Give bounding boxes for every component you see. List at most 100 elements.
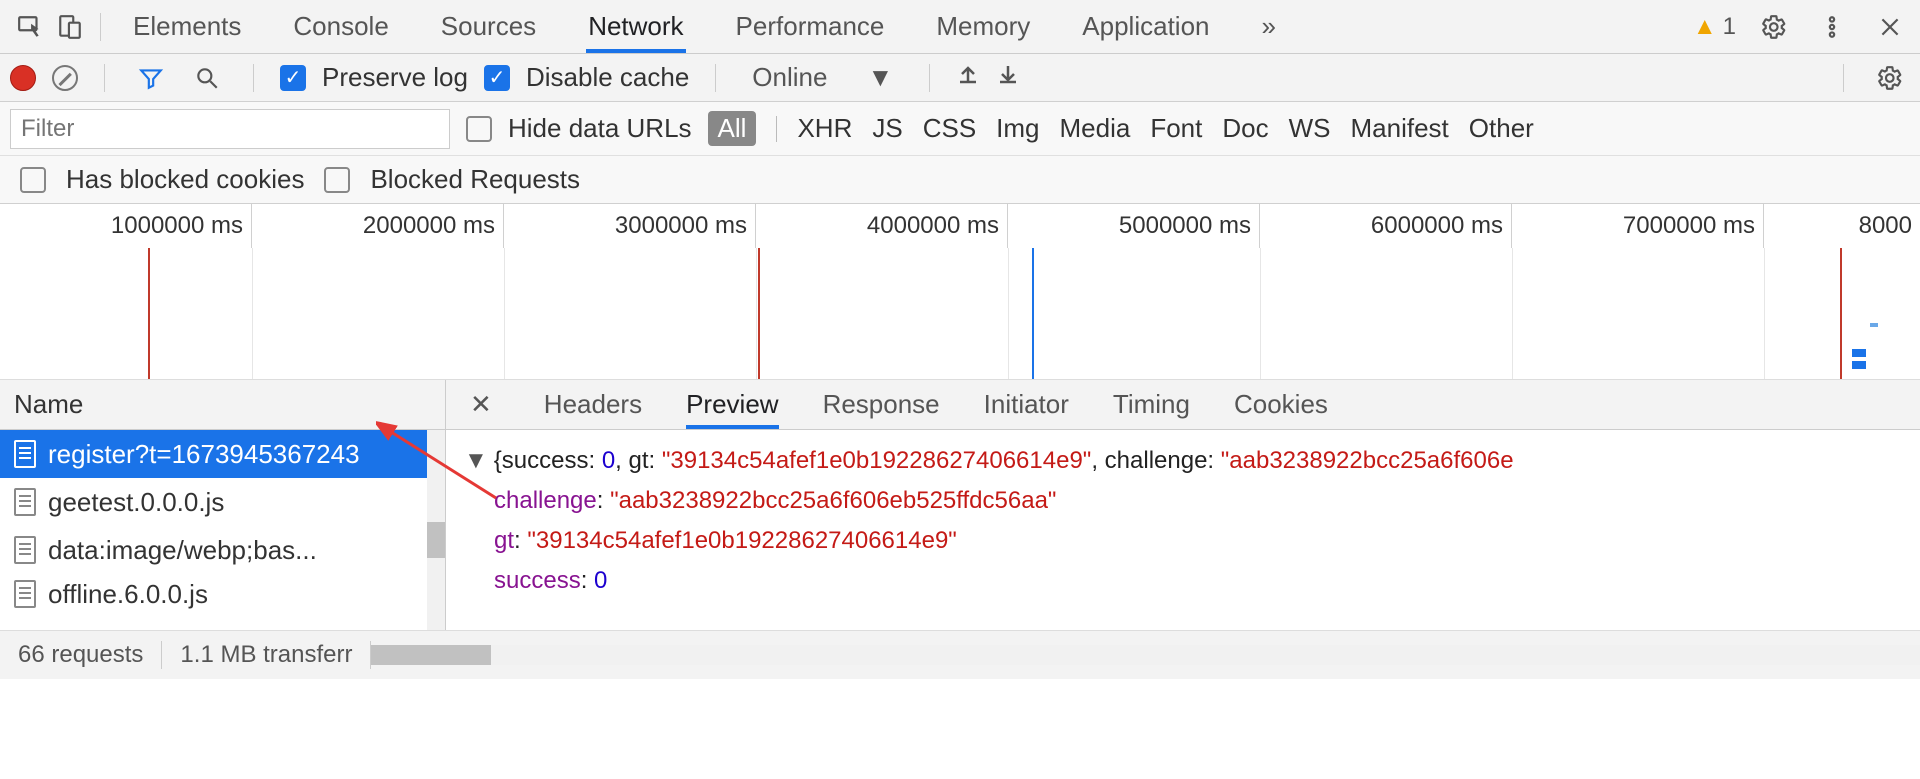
filter-toggle-icon[interactable] [131, 58, 171, 98]
close-detail-icon[interactable]: ✕ [462, 389, 500, 420]
scrollbar-thumb[interactable] [427, 522, 445, 558]
settings-icon[interactable] [1754, 7, 1794, 47]
preview-key: gt [494, 527, 514, 554]
preview-value: "39134c54afef1e0b19228627406614e9" [662, 447, 1091, 474]
preview-key: success [494, 567, 581, 594]
type-manifest[interactable]: Manifest [1351, 113, 1449, 144]
timeline-cursor[interactable] [1032, 248, 1034, 379]
request-name: register?t=1673945367243 [48, 439, 360, 470]
inspect-element-icon[interactable] [10, 7, 50, 47]
record-button[interactable] [10, 65, 36, 91]
type-xhr[interactable]: XHR [797, 113, 852, 144]
warnings-badge[interactable]: ▲ 1 [1693, 13, 1736, 41]
tab-application[interactable]: Application [1080, 0, 1211, 53]
tab-memory[interactable]: Memory [934, 0, 1032, 53]
request-name: geetest.0.0.0.js [48, 487, 224, 518]
divider [1843, 64, 1844, 92]
preview-value: 0 [602, 447, 615, 474]
filter-input[interactable] [10, 109, 450, 149]
type-all[interactable]: All [708, 111, 757, 146]
has-blocked-cookies-checkbox[interactable] [20, 167, 46, 193]
network-settings-icon[interactable] [1870, 58, 1910, 98]
warnings-count: 1 [1723, 13, 1736, 41]
timeline-marker [1840, 248, 1842, 379]
scrollbar-thumb[interactable] [371, 645, 491, 665]
tab-elements[interactable]: Elements [131, 0, 243, 53]
document-icon [14, 440, 36, 468]
expand-toggle-icon[interactable]: ▼ [464, 447, 488, 474]
has-blocked-cookies-label: Has blocked cookies [66, 164, 304, 195]
divider [715, 64, 716, 92]
type-font[interactable]: Font [1150, 113, 1202, 144]
timeline-body [0, 248, 1920, 379]
type-ws[interactable]: WS [1289, 113, 1331, 144]
timeline-bar [1852, 361, 1866, 369]
detail-tab-preview[interactable]: Preview [686, 380, 778, 429]
document-icon [14, 536, 36, 564]
timeline-tick: 8000 [1764, 204, 1920, 248]
tab-performance[interactable]: Performance [734, 0, 887, 53]
status-transferred: 1.1 MB transferr [162, 641, 371, 669]
search-icon[interactable] [187, 58, 227, 98]
type-img[interactable]: Img [996, 113, 1039, 144]
preview-value: "aab3238922bcc25a6f606eb525ffdc56aa" [610, 487, 1056, 514]
preview-key: challenge [494, 487, 597, 514]
disable-cache-checkbox[interactable]: ✓ [484, 65, 510, 91]
detail-tab-response[interactable]: Response [823, 380, 940, 429]
timeline-marker [758, 248, 760, 379]
detail-tab-headers[interactable]: Headers [544, 380, 642, 429]
warning-icon: ▲ [1693, 13, 1717, 41]
request-row[interactable]: data:image/webp;bas... [0, 526, 445, 574]
throttling-select[interactable]: Online ▼ [742, 62, 903, 93]
devtools-main-toolbar: Elements Console Sources Network Perform… [0, 0, 1920, 54]
preview-value: "aab3238922bcc25a6f606e [1221, 447, 1514, 474]
blocked-requests-checkbox[interactable] [324, 167, 350, 193]
horizontal-scrollbar[interactable] [371, 645, 1920, 665]
type-other[interactable]: Other [1469, 113, 1534, 144]
timeline-tick: 2000000 ms [252, 204, 504, 248]
network-split-view: Name register?t=1673945367243 geetest.0.… [0, 380, 1920, 631]
preserve-log-checkbox[interactable]: ✓ [280, 65, 306, 91]
status-request-count: 66 requests [0, 641, 162, 669]
tab-console[interactable]: Console [291, 0, 390, 53]
scrollbar-track[interactable] [427, 430, 445, 630]
more-tabs-icon[interactable]: » [1260, 0, 1278, 53]
upload-har-icon[interactable] [956, 62, 980, 93]
device-toolbar-icon[interactable] [50, 7, 90, 47]
detail-tab-initiator[interactable]: Initiator [984, 380, 1069, 429]
preview-content[interactable]: ▼{success: 0, gt: "39134c54afef1e0b19228… [446, 430, 1920, 630]
timeline-tick: 1000000 ms [0, 204, 252, 248]
tab-network[interactable]: Network [586, 0, 685, 53]
kebab-menu-icon[interactable] [1812, 7, 1852, 47]
request-row[interactable]: offline.6.0.0.js [0, 574, 445, 614]
request-name: data:image/webp;bas... [48, 535, 317, 566]
clear-button[interactable] [52, 65, 78, 91]
hide-data-urls-checkbox[interactable] [466, 116, 492, 142]
divider [104, 64, 105, 92]
type-doc[interactable]: Doc [1222, 113, 1268, 144]
type-js[interactable]: JS [872, 113, 902, 144]
preview-text: {success: [494, 447, 602, 474]
divider [253, 64, 254, 92]
request-list-header[interactable]: Name [0, 380, 445, 430]
detail-tab-cookies[interactable]: Cookies [1234, 380, 1328, 429]
request-name: offline.6.0.0.js [48, 579, 208, 610]
request-row[interactable]: register?t=1673945367243 [0, 430, 445, 478]
document-icon [14, 488, 36, 516]
timeline-overview[interactable]: 1000000 ms 2000000 ms 3000000 ms 4000000… [0, 204, 1920, 380]
type-media[interactable]: Media [1060, 113, 1131, 144]
type-css[interactable]: CSS [923, 113, 976, 144]
request-detail-panel: ✕ Headers Preview Response Initiator Tim… [446, 380, 1920, 630]
download-har-icon[interactable] [996, 62, 1020, 93]
close-devtools-icon[interactable] [1870, 7, 1910, 47]
request-row[interactable]: geetest.0.0.0.js [0, 478, 445, 526]
preview-text: , challenge: [1091, 447, 1220, 474]
detail-tab-timing[interactable]: Timing [1113, 380, 1190, 429]
document-icon [14, 580, 36, 608]
request-list[interactable]: register?t=1673945367243 geetest.0.0.0.j… [0, 430, 445, 630]
timeline-tick: 3000000 ms [504, 204, 756, 248]
divider [100, 13, 101, 41]
divider [776, 116, 777, 142]
tab-sources[interactable]: Sources [439, 0, 538, 53]
timeline-marker [148, 248, 150, 379]
